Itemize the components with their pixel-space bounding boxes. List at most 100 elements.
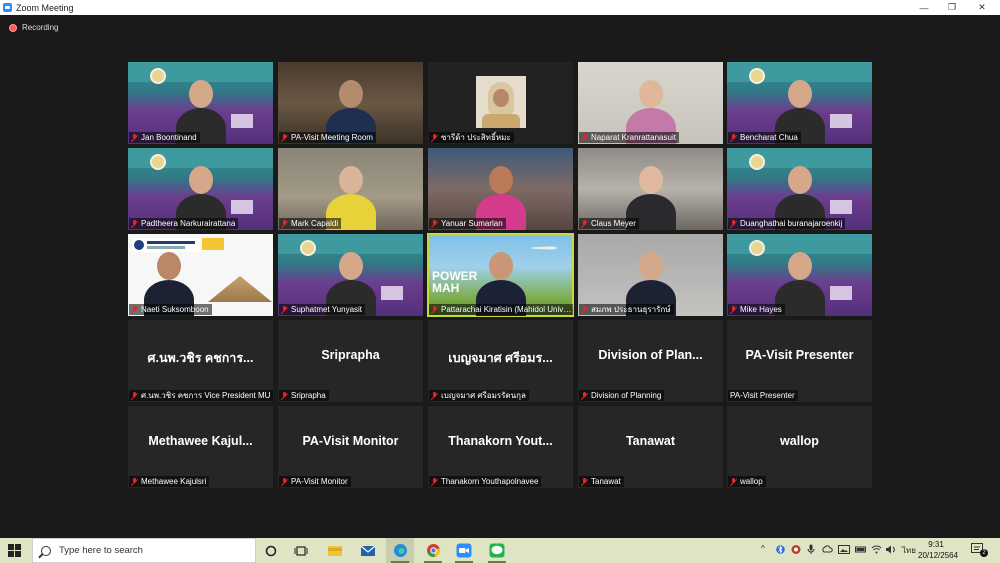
participant-tile[interactable]: สมภพ ประธานธุรารักษ์	[578, 234, 723, 316]
windows-taskbar: Type here to search ^ ไทย 9:31 20/12/256…	[0, 538, 1000, 563]
antivirus-icon[interactable]	[790, 544, 802, 557]
participant-name-label: PA-Visit Monitor	[279, 476, 351, 487]
search-icon	[41, 545, 51, 556]
volume-icon[interactable]	[885, 544, 897, 557]
wifi-icon[interactable]	[871, 544, 882, 557]
maximize-button[interactable]: ❐	[938, 0, 966, 15]
muted-microphone-icon	[431, 219, 438, 228]
participant-tile[interactable]: Jan Boontinand	[128, 62, 273, 144]
file-explorer-icon[interactable]	[327, 543, 343, 558]
participant-name-label: เบญจมาศ ศรีอมรรัตนกุล	[429, 390, 529, 401]
task-view-icon[interactable]	[293, 543, 309, 558]
participant-tile[interactable]: Division of Plan... Division of Planning	[578, 320, 723, 402]
photos-icon[interactable]	[838, 544, 850, 557]
participant-display-name: Thanakorn Yout...	[448, 434, 553, 448]
participant-name-label: Tanawat	[579, 476, 624, 487]
participant-face	[189, 166, 213, 194]
line-icon[interactable]	[489, 543, 505, 558]
participant-name: Bencharat Chua	[740, 133, 798, 142]
close-button[interactable]: ✕	[968, 0, 996, 15]
participant-name-label: Thanakorn Youthapolnavee	[429, 476, 542, 487]
banner-logo	[381, 286, 403, 300]
participant-name-label: Duanghathai buranajaroenkij	[728, 218, 846, 229]
participant-name: Mike Hayes	[740, 305, 782, 314]
participant-display-name: PA-Visit Monitor	[302, 434, 399, 448]
minimize-button[interactable]: —	[910, 0, 938, 15]
meeting-top-bar	[0, 15, 1000, 41]
muted-microphone-icon	[131, 219, 138, 228]
participant-name: Yanuar Sumarlan	[441, 219, 503, 228]
university-seal-icon	[749, 240, 765, 256]
university-seal-icon	[749, 68, 765, 84]
muted-microphone-icon	[281, 391, 288, 400]
notification-center-icon[interactable]: 2	[971, 543, 988, 558]
muted-microphone-icon	[431, 477, 438, 486]
chrome-icon[interactable]	[425, 543, 441, 558]
participant-name: Claus Meyer	[591, 219, 636, 228]
participant-name-label: Division of Planning	[579, 390, 665, 401]
participant-tile[interactable]: Yanuar Sumarlan	[428, 148, 573, 230]
input-language[interactable]: ไทย	[902, 544, 916, 557]
muted-microphone-icon	[581, 133, 588, 142]
muted-microphone-icon	[730, 133, 737, 142]
participant-tile[interactable]: PA-Visit Presenter PA-Visit Presenter	[727, 320, 872, 402]
cortana-icon[interactable]	[263, 543, 279, 558]
edge-icon[interactable]	[392, 543, 408, 558]
recording-indicator[interactable]: Recording	[9, 23, 58, 32]
participant-name: PA-Visit Monitor	[291, 477, 348, 486]
participant-face	[788, 252, 812, 280]
participant-tile[interactable]: Claus Meyer	[578, 148, 723, 230]
battery-icon[interactable]	[855, 544, 867, 557]
participant-tile[interactable]: เบญจมาศ ศรีอมร... เบญจมาศ ศรีอมรรัตนกุล	[428, 320, 573, 402]
participant-tile[interactable]: PA-Visit Monitor PA-Visit Monitor	[278, 406, 423, 488]
taskbar-search-box[interactable]: Type here to search	[32, 538, 256, 563]
university-seal-icon	[150, 68, 166, 84]
participant-name-label: Padtheera Narkurairattana	[129, 218, 239, 229]
microphone-icon[interactable]	[807, 544, 815, 557]
participant-tile[interactable]: Thanakorn Yout... Thanakorn Youthapolnave…	[428, 406, 573, 488]
cloud-icon[interactable]	[821, 544, 833, 557]
participant-face	[489, 166, 513, 194]
clock-date: 20/12/2564	[918, 551, 959, 560]
building-graphic	[208, 276, 272, 302]
participant-tile[interactable]: Naparat Kranrattanasuit	[578, 62, 723, 144]
video-overlay-text: POWER MAH	[432, 269, 478, 295]
participant-tile[interactable]: ศ.นพ.วชิร คชการ... ศ.นพ.วชิร คชการ Vice P…	[128, 320, 273, 402]
participant-tile[interactable]: Suphatmet Yunyasit	[278, 234, 423, 316]
participant-tile[interactable]: Duanghathai buranajaroenkij	[727, 148, 872, 230]
taskbar-clock[interactable]: 9:31 20/12/2564	[918, 539, 959, 561]
bluetooth-icon[interactable]	[776, 544, 785, 557]
participant-tile[interactable]: Tanawat Tanawat	[578, 406, 723, 488]
participant-name-label: Mike Hayes	[728, 304, 785, 315]
record-dot-icon	[9, 23, 17, 32]
participant-tile[interactable]: ซารีด้า ประสิทธิ์หมะ	[428, 62, 573, 144]
muted-microphone-icon	[281, 477, 288, 486]
recording-label: Recording	[22, 23, 59, 32]
muted-microphone-icon	[730, 477, 737, 486]
university-seal-icon	[150, 154, 166, 170]
participant-tile[interactable]: PA-Visit Meeting Room	[278, 62, 423, 144]
participant-name-label: wallop	[728, 476, 766, 487]
muted-microphone-icon	[131, 477, 138, 486]
participant-tile[interactable]: Mike Hayes	[727, 234, 872, 316]
participant-tile[interactable]: Naeti Suksomboon	[128, 234, 273, 316]
participant-name: Mark Capaldi	[291, 219, 339, 228]
show-hidden-icons-chevron-icon[interactable]: ^	[761, 544, 765, 553]
participant-name: ศ.นพ.วชิร คชการ Vice President MU	[141, 391, 271, 400]
zoom-icon[interactable]	[456, 543, 472, 558]
participant-tile[interactable]: POWER MAH Pattarachai Kiratisin (Mahidol …	[427, 233, 574, 317]
participant-display-name: เบญจมาศ ศรีอมร...	[448, 351, 553, 365]
participant-name: PA-Visit Meeting Room	[291, 133, 373, 142]
participant-display-name: Tanawat	[625, 434, 676, 448]
windows-start-icon[interactable]	[8, 544, 21, 557]
participant-tile[interactable]: Sriprapha Sriprapha	[278, 320, 423, 402]
participant-tile[interactable]: Padtheera Narkurairattana	[128, 148, 273, 230]
university-seal-icon	[300, 240, 316, 256]
muted-microphone-icon	[581, 477, 588, 486]
participant-tile[interactable]: Mark Capaldi	[278, 148, 423, 230]
participant-tile[interactable]: Bencharat Chua	[727, 62, 872, 144]
participant-name-label: Suphatmet Yunyasit	[279, 304, 366, 315]
mail-icon[interactable]	[360, 543, 376, 558]
participant-tile[interactable]: wallop wallop	[727, 406, 872, 488]
participant-tile[interactable]: Methawee Kajul... Methawee Kajulsri	[128, 406, 273, 488]
